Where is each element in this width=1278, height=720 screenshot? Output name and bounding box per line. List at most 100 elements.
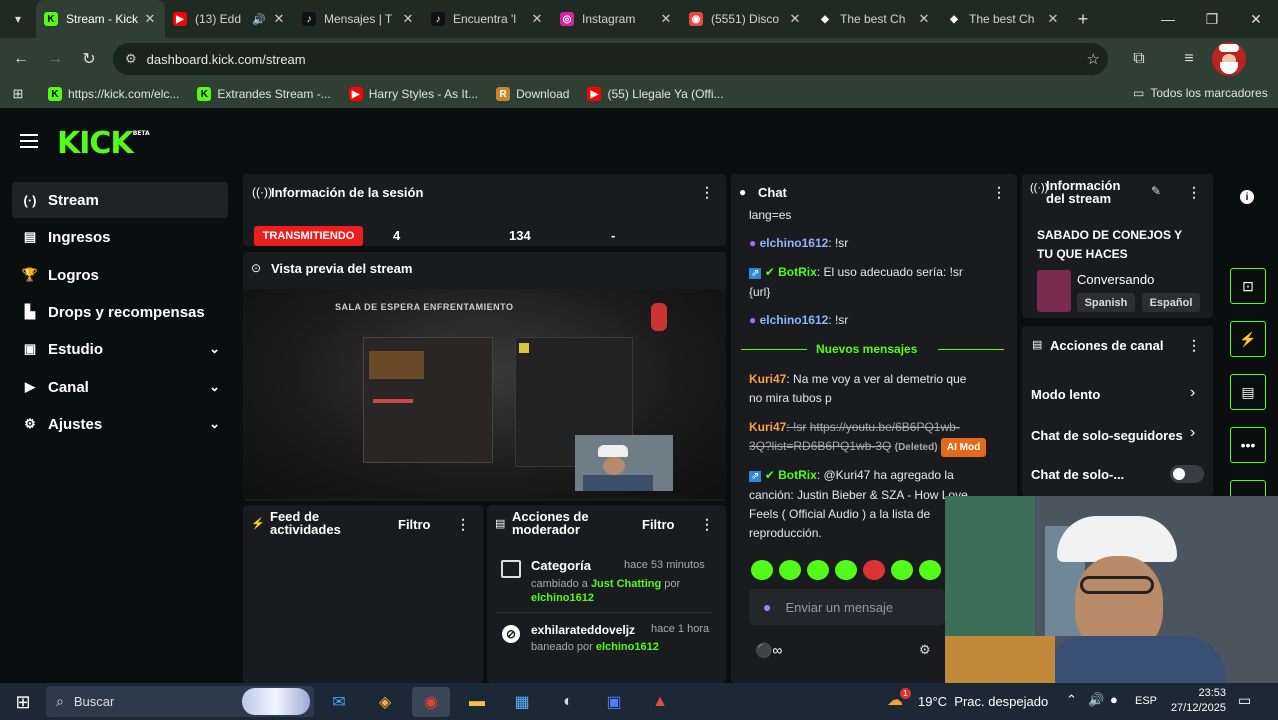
bookmark-star-icon[interactable]: ☆ [1087, 50, 1100, 68]
profile-avatar[interactable] [1212, 42, 1246, 76]
emote-icon[interactable] [751, 560, 773, 580]
chat-username[interactable]: BotRix [778, 265, 817, 279]
stream-info-more-icon[interactable]: ⋮ [1187, 184, 1201, 201]
site-settings-icon[interactable]: ⚙ [125, 51, 137, 67]
tab-close-icon[interactable]: ✕ [401, 11, 415, 27]
forward-arrow-icon[interactable]: → [38, 42, 72, 76]
notes-icon[interactable]: ▤ [1230, 374, 1266, 410]
bookmark-item[interactable]: ▶ Harry Styles - As It... [348, 87, 478, 101]
channel-actions-more-icon[interactable]: ⋮ [1187, 337, 1201, 354]
activity-filter-button[interactable]: Filtro [398, 517, 431, 532]
sidebar-item-logros[interactable]: 🏆 Logros [12, 257, 228, 293]
sidebar-item-drops[interactable]: ▙ Drops y recompensas [12, 294, 228, 330]
chevron-down-icon[interactable]: ⌄ [209, 379, 220, 395]
browser-tab[interactable]: ◆ The best Ch ✕ [939, 0, 1068, 38]
minimize-icon[interactable]: — [1146, 0, 1190, 38]
app-red-icon[interactable]: ▲ [641, 687, 679, 717]
lightning-action-icon[interactable]: ⚡ [1230, 321, 1266, 357]
menu-hamburger-icon[interactable] [20, 134, 38, 148]
bookmark-item[interactable]: ▶ (55) Llegale Ya (Offi... [587, 87, 724, 101]
chat-input[interactable]: ● Enviar un mensaje [749, 589, 945, 625]
chat-username[interactable]: Kuri47 [749, 420, 786, 434]
followers-only-option[interactable]: Chat de solo-seguidores [1031, 428, 1184, 443]
mod-entry-user[interactable]: elchino1612 [596, 641, 659, 653]
new-tab-plus-icon[interactable]: + [1068, 9, 1098, 30]
weather-text[interactable]: 19°C Prac. despejado [918, 694, 1048, 709]
bookmark-item[interactable]: K Extrandes Stream -... [197, 87, 331, 101]
browser-tab[interactable]: K Stream - Kick ✕ [36, 0, 165, 38]
sidebar-item-stream[interactable]: (·) Stream [12, 182, 228, 218]
tab-close-icon[interactable]: ✕ [272, 11, 286, 27]
chat-more-icon[interactable]: ⋮ [992, 184, 1006, 201]
browser-tab[interactable]: ♪ Encuentra 'l ✕ [423, 0, 552, 38]
tab-close-icon[interactable]: ✕ [530, 11, 544, 27]
tab-close-icon[interactable]: ✕ [788, 11, 802, 27]
mod-filter-button[interactable]: Filtro [642, 517, 675, 532]
browser-tab[interactable]: ♪ Mensajes | T ✕ [294, 0, 423, 38]
emote-icon[interactable] [779, 560, 801, 580]
tab-close-icon[interactable]: ✕ [917, 11, 931, 27]
session-more-icon[interactable]: ⋮ [700, 184, 714, 201]
media-controls-icon[interactable]: ≡ [1172, 42, 1206, 76]
apps-grid-icon[interactable]: ⊞ [0, 86, 36, 102]
tab-close-icon[interactable]: ✕ [1046, 11, 1060, 27]
windows-start-icon[interactable]: ⊞ [4, 687, 42, 717]
chrome-icon[interactable]: ◉ [412, 687, 450, 717]
camera-frame-icon[interactable]: ⊡ [1230, 268, 1266, 304]
browser-tab[interactable]: ▶ (13) Edd 🔊 ✕ [165, 0, 294, 38]
chevron-down-icon[interactable]: ⌄ [209, 341, 220, 357]
mod-entry-target[interactable]: Just Chatting [591, 578, 661, 590]
extensions-icon[interactable]: ⧉ [1122, 42, 1156, 76]
chevron-right-icon[interactable]: › [1190, 424, 1195, 442]
bookmark-item[interactable]: R Download [496, 87, 569, 101]
tag-chip[interactable]: Spanish [1077, 293, 1135, 312]
file-explorer-icon[interactable]: ▬ [458, 687, 496, 717]
subs-only-option[interactable]: Chat de solo-... [1031, 467, 1124, 482]
browser-tab[interactable]: ◆ The best Ch ✕ [810, 0, 939, 38]
activity-more-icon[interactable]: ⋮ [456, 516, 470, 533]
medal-app-icon[interactable]: ◈ [366, 687, 404, 717]
browser-tab[interactable]: ◎ Instagram ✕ [552, 0, 681, 38]
chevron-down-icon[interactable]: ⌄ [209, 416, 220, 432]
mod-entry-user[interactable]: elchino1612 [531, 592, 594, 604]
sidebar-item-estudio[interactable]: ▣ Estudio ⌄ [12, 331, 228, 367]
sidebar-item-ajustes[interactable]: ⚙ Ajustes ⌄ [12, 406, 228, 442]
language-indicator[interactable]: ESP [1135, 695, 1157, 707]
reload-icon[interactable]: ↻ [72, 42, 106, 76]
obs-icon[interactable]: ◐ [549, 687, 587, 717]
emote-icon[interactable] [919, 560, 941, 580]
all-bookmarks-folder[interactable]: ▭ Todos los marcadores [1133, 86, 1268, 100]
emote-icon[interactable] [835, 560, 857, 580]
chat-username[interactable]: BotRix [778, 468, 817, 482]
info-icon[interactable]: i [1240, 190, 1254, 204]
notifications-icon[interactable]: ▭ [1238, 692, 1251, 709]
slow-mode-option[interactable]: Modo lento [1031, 387, 1100, 402]
taskbar-search[interactable]: ⌕ Buscar [46, 686, 314, 717]
outlook-icon[interactable]: ✉ [320, 687, 358, 717]
volume-icon[interactable]: 🔊 [1088, 692, 1104, 708]
tab-search-chevron-icon[interactable]: ▾ [0, 0, 36, 38]
browser-tab[interactable]: ◉ (5551) Disco ✕ [681, 0, 810, 38]
app-blue-icon[interactable]: ▣ [595, 687, 633, 717]
chevron-right-icon[interactable]: › [1190, 384, 1195, 402]
sidebar-item-canal[interactable]: ▶ Canal ⌄ [12, 369, 228, 405]
chat-username[interactable]: Kuri47 [749, 372, 786, 386]
subs-only-toggle[interactable] [1170, 465, 1204, 483]
category-name[interactable]: Conversando [1077, 272, 1154, 287]
emote-icon[interactable] [807, 560, 829, 580]
mod-more-icon[interactable]: ⋮ [700, 516, 714, 533]
chat-users-icon[interactable]: ⚫∞ [755, 642, 782, 659]
kick-logo[interactable]: KICKBETA [57, 126, 150, 161]
chat-username[interactable]: elchino1612 [760, 313, 829, 327]
tab-audio-icon[interactable]: 🔊 [252, 13, 266, 26]
chat-username[interactable]: elchino1612 [760, 236, 829, 250]
back-arrow-icon[interactable]: ← [4, 42, 38, 76]
tab-close-icon[interactable]: ✕ [659, 11, 673, 27]
microphone-icon[interactable]: ● [1110, 692, 1118, 707]
restore-icon[interactable]: ❐ [1190, 0, 1234, 38]
store-icon[interactable]: ▦ [503, 687, 541, 717]
close-window-icon[interactable]: ✕ [1234, 0, 1278, 38]
category-thumbnail[interactable] [1037, 270, 1071, 312]
emote-icon[interactable] [891, 560, 913, 580]
url-bar[interactable]: ⚙ dashboard.kick.com/stream ☆ [113, 43, 1108, 75]
